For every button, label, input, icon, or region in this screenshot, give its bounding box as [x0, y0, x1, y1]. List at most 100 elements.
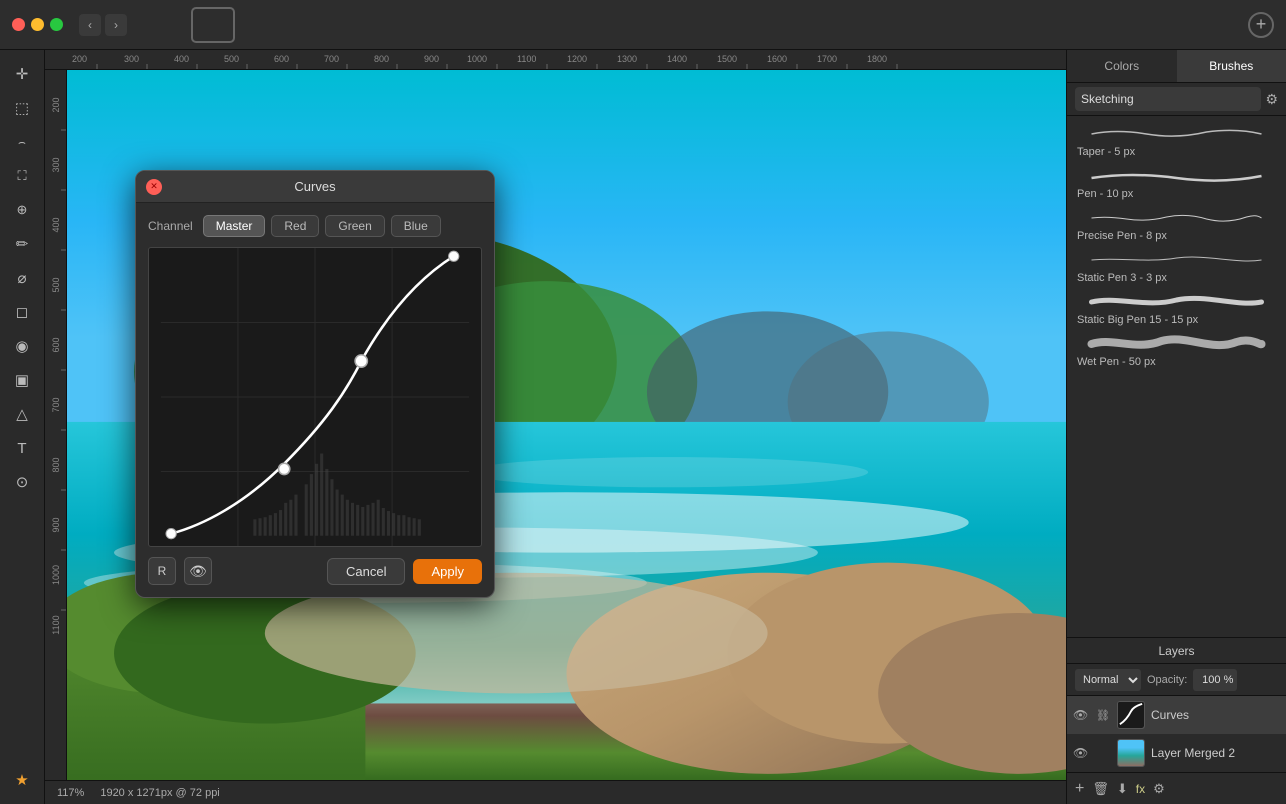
curves-cancel-button[interactable]: Cancel [327, 558, 405, 585]
ruler-top: 200 300 400 500 600 700 800 900 1000 110… [45, 50, 1066, 70]
canvas-area: 200 300 400 500 600 700 800 900 1000 110… [45, 50, 1066, 804]
svg-text:400: 400 [174, 54, 189, 64]
layer-curves[interactable]: 👁 ⛓ Curves [1067, 696, 1286, 734]
curves-graph[interactable] [148, 247, 482, 547]
close-button[interactable] [12, 18, 25, 31]
delete-layer-button[interactable]: 🗑 [1092, 781, 1109, 797]
brush-preset-select[interactable]: Sketching [1075, 87, 1261, 111]
tab-2[interactable] [191, 7, 235, 43]
layer-curves-link: ⛓ [1095, 709, 1111, 722]
layer-curves-visibility[interactable]: 👁 [1073, 708, 1089, 722]
tool-select-lasso[interactable]: ⌢ [6, 126, 38, 158]
new-tab-button[interactable]: + [1248, 12, 1274, 38]
layers-panel: Layers Normal Multiply Screen Overlay Op… [1067, 637, 1286, 804]
tool-star[interactable]: ★ [6, 764, 38, 796]
tab-1[interactable] [143, 7, 187, 43]
brush-settings-icon[interactable]: ⚙ [1265, 91, 1278, 108]
layers-header: Layers [1067, 638, 1286, 664]
ruler-left-svg: 200 300 400 500 600 700 800 [45, 70, 67, 804]
tool-crop[interactable]: ⛶ [6, 160, 38, 192]
canvas-dimensions: 1920 x 1271px @ 72 ppi [100, 787, 219, 799]
tool-eraser[interactable]: ◻ [6, 296, 38, 328]
curves-bottom-controls: R 👁 Cancel Apply [148, 557, 482, 585]
tool-fill[interactable]: ◉ [6, 330, 38, 362]
svg-text:1600: 1600 [767, 54, 787, 64]
opacity-input[interactable] [1193, 669, 1237, 691]
right-panel: Colors Brushes Sketching ⚙ Taper - 5 [1066, 50, 1286, 804]
tab-brushes[interactable]: Brushes [1177, 50, 1286, 82]
layer-merged-thumbnail [1117, 739, 1145, 767]
svg-text:500: 500 [51, 277, 61, 292]
svg-text:1000: 1000 [51, 565, 61, 585]
tool-move[interactable]: ✛ [6, 58, 38, 90]
svg-text:1300: 1300 [617, 54, 637, 64]
brush-wet-pen-stroke [1077, 334, 1276, 354]
ruler-left: 200 300 400 500 600 700 800 [45, 70, 67, 804]
tab-colors[interactable]: Colors [1067, 50, 1177, 82]
tool-shapes[interactable]: △ [6, 398, 38, 430]
tool-gradient[interactable]: ▣ [6, 364, 38, 396]
brush-pen-stroke [1077, 166, 1276, 186]
brush-static-pen3-label: Static Pen 3 - 3 px [1077, 272, 1276, 284]
blend-mode-select[interactable]: Normal Multiply Screen Overlay [1075, 669, 1141, 691]
layer-merged[interactable]: 👁 Layer Merged 2 [1067, 734, 1286, 772]
curves-graph-svg [149, 248, 481, 546]
brush-static-big-pen-label: Static Big Pen 15 - 15 px [1077, 314, 1276, 326]
export-layer-button[interactable]: ⬇ [1117, 781, 1128, 797]
svg-text:300: 300 [124, 54, 139, 64]
curves-preview-button[interactable]: 👁 [184, 557, 212, 585]
channel-master[interactable]: Master [203, 215, 266, 237]
settings-layer-button[interactable]: ⚙ [1153, 781, 1165, 797]
channel-blue[interactable]: Blue [391, 215, 441, 237]
brush-taper[interactable]: Taper - 5 px [1067, 120, 1286, 162]
brush-static-pen3[interactable]: Static Pen 3 - 3 px [1067, 246, 1286, 288]
left-toolbar: ✛ ⬚ ⌢ ⛶ ⊕ ✏ ⌀ ◻ ◉ ▣ △ T ⊙ ★ [0, 50, 45, 804]
channel-green[interactable]: Green [325, 215, 384, 237]
brush-precise-pen[interactable]: Precise Pen - 8 px [1067, 204, 1286, 246]
layer-merged-visibility[interactable]: 👁 [1073, 746, 1089, 760]
svg-text:900: 900 [51, 517, 61, 532]
svg-text:400: 400 [51, 217, 61, 232]
curves-apply-button[interactable]: Apply [413, 559, 482, 584]
curves-channels: Channel Master Red Green Blue [148, 215, 482, 237]
brush-static-pen3-stroke [1077, 250, 1276, 270]
channel-red[interactable]: Red [271, 215, 319, 237]
layer-curves-name: Curves [1151, 708, 1189, 722]
brush-wet-pen[interactable]: Wet Pen - 50 px [1067, 330, 1286, 372]
svg-text:700: 700 [51, 397, 61, 412]
svg-text:900: 900 [424, 54, 439, 64]
curves-close-button[interactable]: ✕ [146, 179, 162, 195]
tool-zoom[interactable]: ⊙ [6, 466, 38, 498]
layers-bottom: + 🗑 ⬇ fx ⚙ [1067, 772, 1286, 804]
brush-static-big-pen-stroke [1077, 292, 1276, 312]
svg-text:1000: 1000 [467, 54, 487, 64]
tool-pen[interactable]: ✏ [6, 228, 38, 260]
brush-precise-pen-label: Precise Pen - 8 px [1077, 230, 1276, 242]
minimize-button[interactable] [31, 18, 44, 31]
maximize-button[interactable] [50, 18, 63, 31]
brush-static-big-pen[interactable]: Static Big Pen 15 - 15 px [1067, 288, 1286, 330]
tool-select-rect[interactable]: ⬚ [6, 92, 38, 124]
add-layer-button[interactable]: + [1075, 780, 1084, 798]
tool-brush[interactable]: ⌀ [6, 262, 38, 294]
curves-dialog: ✕ Curves Channel Master Red Green Blue [135, 170, 495, 598]
nav-forward[interactable]: › [105, 14, 127, 36]
curves-body: Channel Master Red Green Blue [136, 203, 494, 597]
nav-back[interactable]: ‹ [79, 14, 101, 36]
fx-layer-button[interactable]: fx [1136, 782, 1145, 796]
svg-text:200: 200 [72, 54, 87, 64]
layer-curves-thumb-img [1118, 702, 1144, 728]
tool-text[interactable]: T [6, 432, 38, 464]
traffic-lights [12, 18, 63, 31]
tool-eyedropper[interactable]: ⊕ [6, 194, 38, 226]
svg-text:1100: 1100 [51, 615, 61, 634]
svg-text:800: 800 [374, 54, 389, 64]
svg-text:500: 500 [224, 54, 239, 64]
curves-reset-button[interactable]: R [148, 557, 176, 585]
zoom-level: 117% [57, 787, 84, 799]
brush-pen[interactable]: Pen - 10 px [1067, 162, 1286, 204]
svg-text:800: 800 [51, 457, 61, 472]
ruler-top-svg: 200 300 400 500 600 700 800 900 1000 110… [67, 50, 1066, 70]
layer-merged-name: Layer Merged 2 [1151, 746, 1235, 760]
curves-title: Curves [294, 179, 335, 194]
